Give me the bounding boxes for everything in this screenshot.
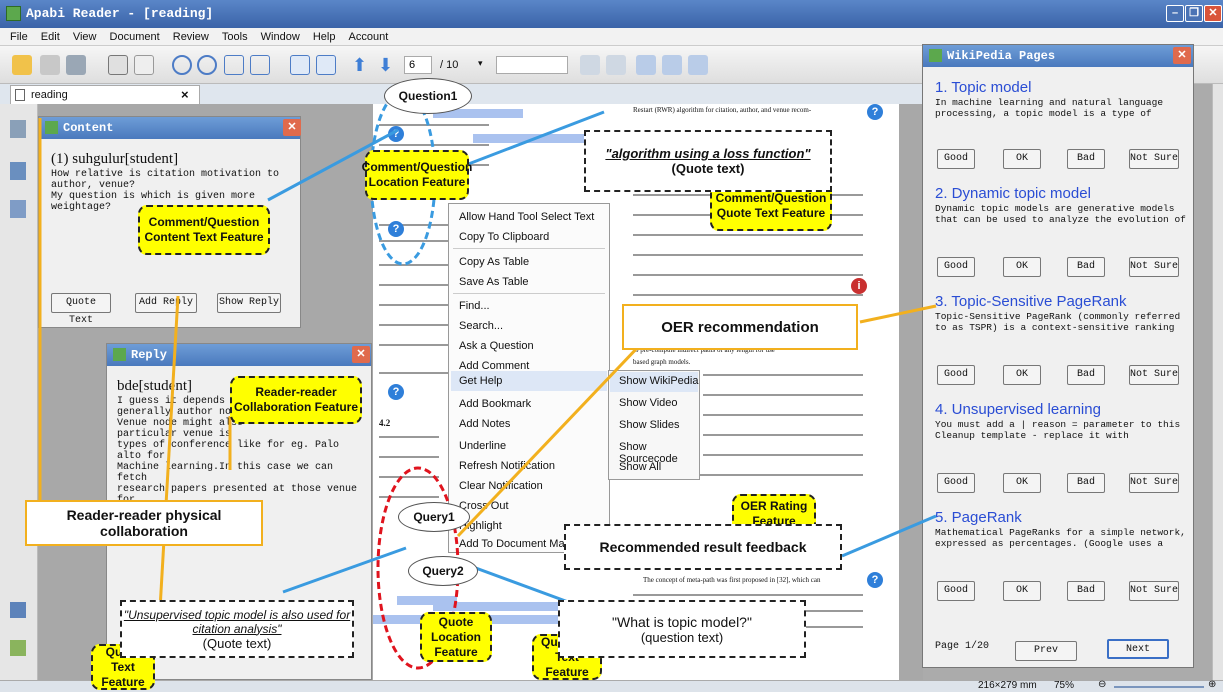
oer-recommendation-callout: OER recommendation bbox=[622, 304, 858, 350]
arrow bbox=[456, 343, 642, 538]
loss-function-quote-callout: "algorithm using a loss function" (Quote… bbox=[584, 130, 832, 192]
question1-bubble: Question1 bbox=[384, 78, 472, 114]
comment-content-callout: Comment/Question Content Text Feature bbox=[138, 205, 270, 255]
query2-bubble: Query2 bbox=[408, 556, 478, 586]
unsupervised-quote-callout: "Unsupervised topic model is also used f… bbox=[120, 600, 354, 658]
arrow bbox=[859, 304, 937, 324]
comment-location-callout: Comment/Question Location Feature bbox=[362, 150, 472, 200]
quote-text: "Unsupervised topic model is also used f… bbox=[123, 607, 351, 636]
quote-label: (Quote text) bbox=[202, 635, 272, 651]
quote-location-callout: Quote Location Feature bbox=[420, 612, 492, 662]
arrow bbox=[282, 546, 407, 594]
question-label: (question text) bbox=[640, 629, 724, 645]
recommended-feedback-callout: Recommended result feedback bbox=[564, 524, 842, 570]
topic-model-question-callout: "What is topic model?" (question text) bbox=[558, 600, 806, 658]
reader-collab-callout: Reader-reader Collaboration Feature bbox=[230, 376, 362, 424]
annotation-arrows bbox=[38, 90, 937, 670]
arrow bbox=[841, 514, 937, 558]
quote-label: (Quote text) bbox=[671, 161, 745, 176]
question-text: "What is topic model?" bbox=[612, 613, 752, 630]
query1-bubble: Query1 bbox=[398, 502, 470, 532]
arrow bbox=[156, 295, 180, 645]
quote-text: "algorithm using a loss function" bbox=[605, 146, 811, 161]
reader-physical-callout: Reader-reader physical collaboration bbox=[25, 500, 263, 546]
